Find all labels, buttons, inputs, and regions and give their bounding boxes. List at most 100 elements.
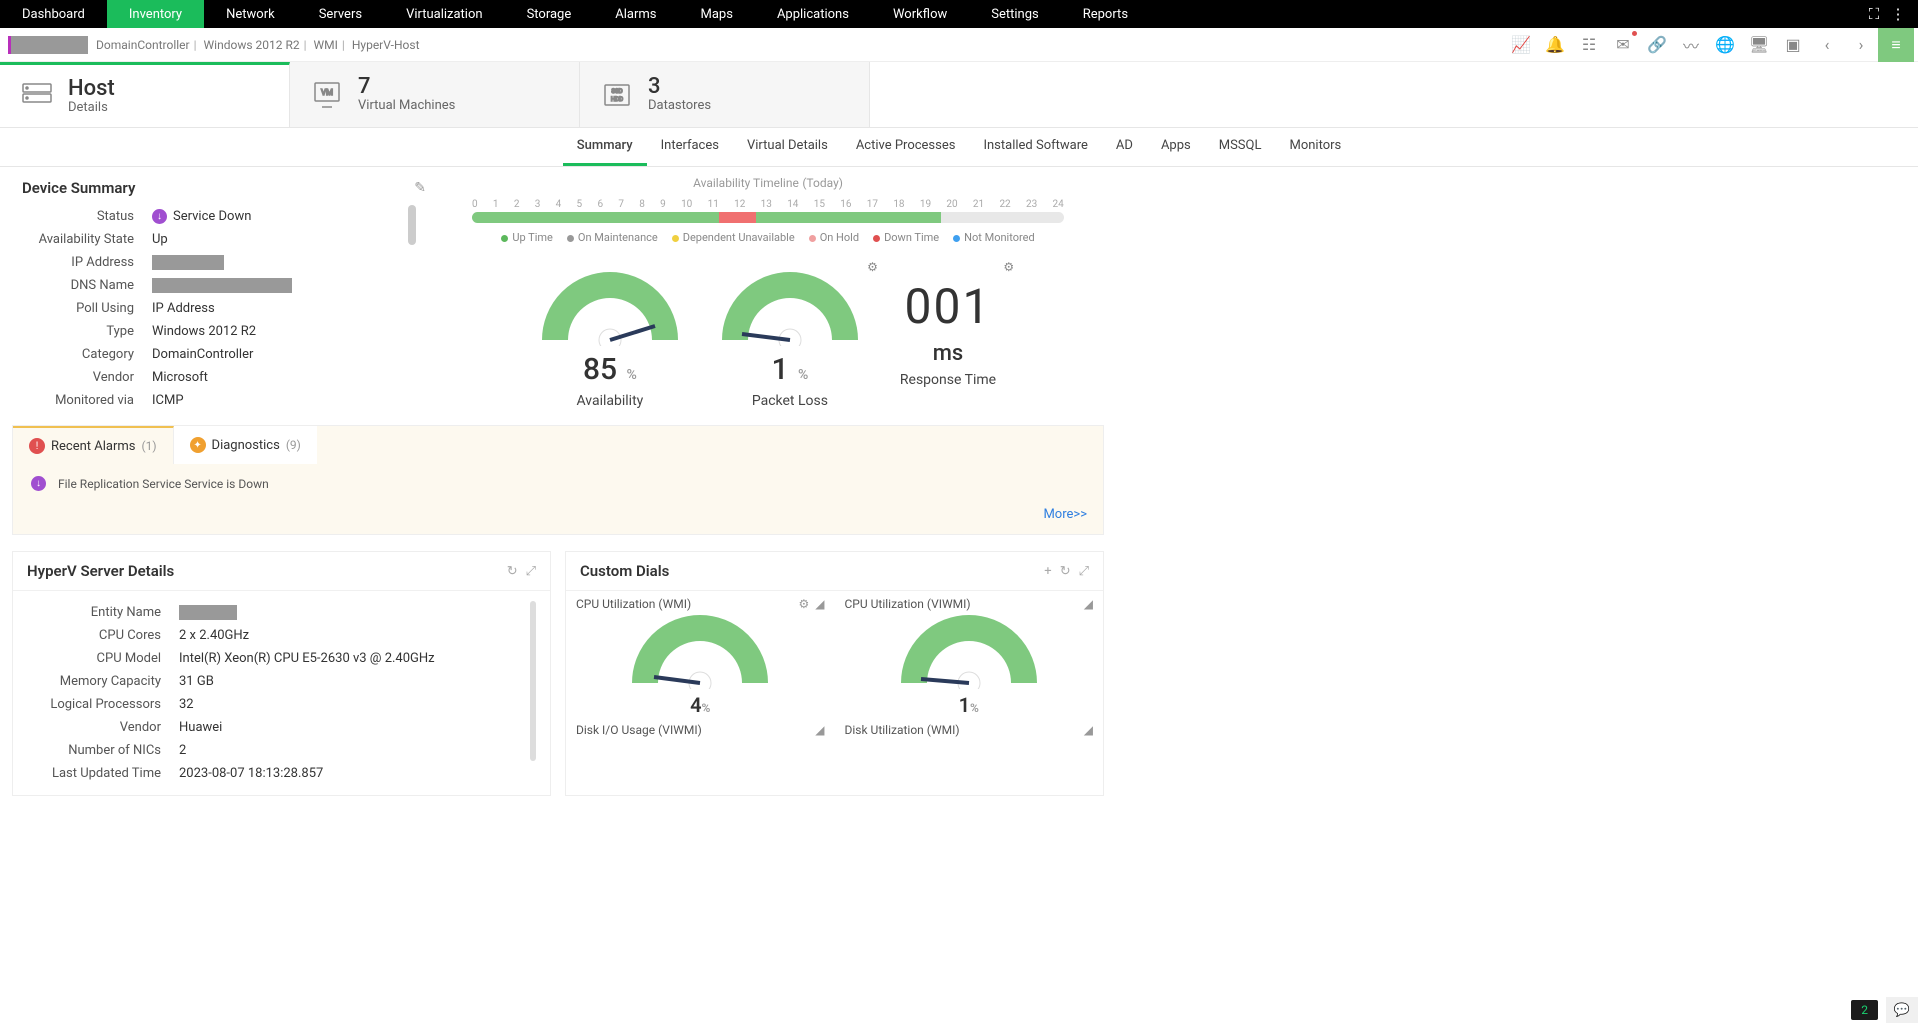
dials-card: Custom Dials + ↻ ⤢ CPU Utilization (WMI)… xyxy=(565,551,1104,796)
nav-storage[interactable]: Storage xyxy=(505,0,594,28)
expand-icon[interactable]: ⤢ xyxy=(1079,564,1089,579)
dial-chart-icon[interactable]: ◢ xyxy=(1084,597,1093,611)
nav-network[interactable]: Network xyxy=(204,0,297,28)
svg-text:HDD: HDD xyxy=(611,96,623,103)
gauge-config-icon[interactable]: ⚙ xyxy=(867,260,878,274)
nav-inventory[interactable]: Inventory xyxy=(107,0,204,28)
chart-icon[interactable]: 📈 xyxy=(1504,28,1538,62)
alarm-red-icon: ! xyxy=(29,438,45,454)
mail-icon[interactable]: ✉ xyxy=(1606,28,1640,62)
hyperv-title: HyperV Server Details xyxy=(27,562,499,580)
footer-count[interactable]: 2 xyxy=(1851,1000,1878,1020)
refresh-icon[interactable]: ↻ xyxy=(1060,564,1071,579)
footer: 2 💬 xyxy=(1851,997,1918,1023)
diagnostics-icon: ✦ xyxy=(190,437,206,453)
tab-diagnostics[interactable]: ✦ Diagnostics(9) xyxy=(174,426,317,464)
subtab-interfaces[interactable]: Interfaces xyxy=(647,128,733,166)
device-summary-panel: Device Summary ✎ Status↓Service Down Ava… xyxy=(12,173,432,415)
gauge-config-icon[interactable]: ⚙ xyxy=(1003,260,1014,274)
screen-icon[interactable]: 🖥 xyxy=(1742,28,1776,62)
next-icon[interactable]: › xyxy=(1844,28,1878,62)
gauge-availability: 85 % Availability xyxy=(540,268,680,409)
edit-icon[interactable]: ✎ xyxy=(414,180,426,196)
prev-icon[interactable]: ‹ xyxy=(1810,28,1844,62)
dial-cpu-viwmi: CPU Utilization (VIWMI)◢ 1% xyxy=(835,591,1104,717)
nav-maps[interactable]: Maps xyxy=(679,0,755,28)
subtab-mssql[interactable]: MSSQL xyxy=(1205,128,1276,166)
link-icon[interactable]: 🔗 xyxy=(1640,28,1674,62)
vm-label: Virtual Machines xyxy=(358,98,455,113)
timeline-up xyxy=(472,212,719,223)
dial-cfg-icon[interactable]: ⚙ xyxy=(799,597,810,611)
nav-settings[interactable]: Settings xyxy=(969,0,1060,28)
dials-title: Custom Dials xyxy=(580,562,1036,580)
timeline-bar xyxy=(472,212,1064,223)
nav-virtualization[interactable]: Virtualization xyxy=(384,0,505,28)
host-name-redacted xyxy=(8,36,88,54)
section-vms[interactable]: VM 7 Virtual Machines xyxy=(290,62,580,127)
nav-servers[interactable]: Servers xyxy=(297,0,384,28)
entity-redacted xyxy=(179,605,237,620)
add-icon[interactable]: + xyxy=(1044,564,1051,579)
alarms-panel: ! Recent Alarms(1) ✦ Diagnostics(9) ↓ Fi… xyxy=(12,425,1104,535)
dial-disk-util: Disk Utilization (WMI)◢ xyxy=(835,717,1104,741)
hamburger-icon[interactable]: ≡ xyxy=(1878,28,1914,62)
subtab-virtual-details[interactable]: Virtual Details xyxy=(733,128,842,166)
device-summary-title: Device Summary xyxy=(22,179,414,197)
nav-reports[interactable]: Reports xyxy=(1061,0,1150,28)
terminal-icon[interactable]: ▣ xyxy=(1776,28,1810,62)
nav-workflow[interactable]: Workflow xyxy=(871,0,969,28)
section-host[interactable]: Host Details xyxy=(0,62,290,127)
menu-dots-icon[interactable]: ⋮ xyxy=(1888,4,1908,24)
dial-disk-io: Disk I/O Usage (VIWMI)◢ xyxy=(566,717,835,741)
subtab-apps[interactable]: Apps xyxy=(1147,128,1205,166)
subtab-ad[interactable]: AD xyxy=(1102,128,1147,166)
section-row: Host Details VM 7 Virtual Machines SSDHD… xyxy=(0,62,1918,128)
dial-cpu-wmi: CPU Utilization (WMI)⚙◢ 4% xyxy=(566,591,835,717)
subtabs: Summary Interfaces Virtual Details Activ… xyxy=(0,128,1918,167)
dial-chart-icon[interactable]: ◢ xyxy=(1084,723,1093,737)
nodes-icon[interactable]: ☷ xyxy=(1572,28,1606,62)
compress-icon[interactable]: ⛶ xyxy=(1864,4,1884,24)
vm-count: 7 xyxy=(358,76,455,98)
timeline-down xyxy=(719,212,756,223)
wave-icon[interactable]: 〰 xyxy=(1674,28,1708,62)
tab-recent-alarms[interactable]: ! Recent Alarms(1) xyxy=(13,426,174,464)
dial-chart-icon[interactable]: ◢ xyxy=(815,723,824,737)
timeline-hours: 0123456789101112131415161718192021222324 xyxy=(472,199,1064,210)
section-host-sub: Details xyxy=(68,100,115,115)
timeline-up2 xyxy=(756,212,941,223)
vm-icon: VM xyxy=(308,76,346,114)
chat-icon[interactable]: 💬 xyxy=(1886,997,1918,1023)
section-host-title: Host xyxy=(68,78,115,100)
host-icon xyxy=(18,77,56,115)
globe-icon[interactable]: 🌐 xyxy=(1708,28,1742,62)
datastore-icon: SSDHDD xyxy=(598,76,636,114)
expand-icon[interactable]: ⤢ xyxy=(526,564,536,579)
nav-alarms[interactable]: Alarms xyxy=(593,0,678,28)
hyperv-scrollbar[interactable] xyxy=(530,601,536,761)
device-summary-list[interactable]: Status↓Service Down Availability StateUp… xyxy=(22,205,426,415)
section-datastores[interactable]: SSDHDD 3 Datastores xyxy=(580,62,870,127)
top-nav: Dashboard Inventory Network Servers Virt… xyxy=(0,0,1918,28)
svg-text:VM: VM xyxy=(321,88,333,97)
refresh-icon[interactable]: ↻ xyxy=(507,564,518,579)
breadcrumb-bar: DomainController| Windows 2012 R2| WMI| … xyxy=(0,28,1918,62)
timeline-nm xyxy=(941,212,1064,223)
alarm-item[interactable]: ↓ File Replication Service Service is Do… xyxy=(13,464,1103,503)
subtab-installed-software[interactable]: Installed Software xyxy=(969,128,1101,166)
subtab-summary[interactable]: Summary xyxy=(563,128,647,166)
dial-chart-icon[interactable]: ◢ xyxy=(815,597,824,611)
status-down-icon: ↓ xyxy=(152,209,167,224)
hyperv-card: HyperV Server Details ↻ ⤢ Entity Name CP… xyxy=(12,551,551,796)
dns-redacted xyxy=(152,278,292,293)
alarm-status-icon: ↓ xyxy=(31,476,46,491)
subtab-active-processes[interactable]: Active Processes xyxy=(842,128,970,166)
alert-icon[interactable]: 🔔 xyxy=(1538,28,1572,62)
nav-applications[interactable]: Applications xyxy=(755,0,871,28)
timeline-legend: Up Time On Maintenance Dependent Unavail… xyxy=(442,231,1094,244)
subtab-monitors[interactable]: Monitors xyxy=(1275,128,1355,166)
breadcrumb: DomainController| Windows 2012 R2| WMI| … xyxy=(96,38,420,52)
more-link[interactable]: More>> xyxy=(13,503,1103,534)
nav-dashboard[interactable]: Dashboard xyxy=(0,0,107,28)
